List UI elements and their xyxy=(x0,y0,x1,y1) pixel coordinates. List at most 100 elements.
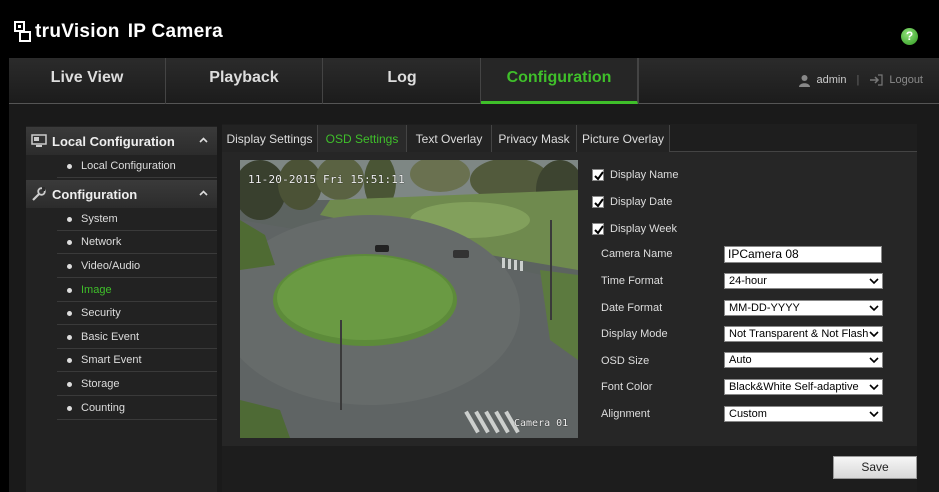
date-format-select[interactable]: MM-DD-YYYY xyxy=(724,300,883,316)
content-tab-bar: Display Settings OSD Settings Text Overl… xyxy=(222,124,917,152)
sidebar-item-local-configuration[interactable]: Local Configuration xyxy=(57,155,217,178)
logout-icon[interactable] xyxy=(869,74,883,86)
sidebar-item-counting[interactable]: Counting xyxy=(57,397,217,420)
sidebar-item-storage[interactable]: Storage xyxy=(57,373,217,396)
display-mode-select[interactable]: Not Transparent & Not Flashing xyxy=(724,326,883,342)
display-mode-value: Not Transparent & Not Flashing xyxy=(729,328,869,340)
display-date-row: Display Date xyxy=(592,194,672,210)
display-week-checkbox[interactable] xyxy=(592,223,604,235)
alignment-label: Alignment xyxy=(601,408,650,420)
bullet-icon xyxy=(67,216,72,222)
wrench-icon xyxy=(32,187,46,201)
bullet-icon xyxy=(67,287,72,293)
sidebar-item-network[interactable]: Network xyxy=(57,231,217,254)
display-week-row: Display Week xyxy=(592,221,677,237)
alignment-select[interactable]: Custom xyxy=(724,406,883,422)
checkmark-icon xyxy=(594,171,604,181)
tab-text-overlay[interactable]: Text Overlay xyxy=(407,125,492,152)
tab-privacy-mask[interactable]: Privacy Mask xyxy=(492,125,577,152)
font-color-select[interactable]: Black&White Self-adaptive xyxy=(724,379,883,395)
chevron-down-icon xyxy=(869,384,879,391)
date-format-label: Date Format xyxy=(601,302,663,314)
camera-name-label: Camera Name xyxy=(601,248,673,260)
sidebar-item-label: Local Configuration xyxy=(81,160,176,172)
bullet-icon xyxy=(67,405,72,411)
tab-osd-settings[interactable]: OSD Settings xyxy=(318,125,407,152)
sidebar-item-video-audio[interactable]: Video/Audio xyxy=(57,255,217,278)
sidebar-item-smart-event[interactable]: Smart Event xyxy=(57,349,217,372)
display-week-label: Display Week xyxy=(610,223,678,235)
bullet-icon xyxy=(67,163,72,169)
sidebar-item-label: System xyxy=(81,213,118,225)
sidebar-item-label: Video/Audio xyxy=(81,260,141,272)
osd-size-select[interactable]: Auto xyxy=(724,352,883,368)
display-name-row: Display Name xyxy=(592,167,678,183)
sidebar-item-security[interactable]: Security xyxy=(57,302,217,325)
checkmark-icon xyxy=(594,198,604,208)
user-icon xyxy=(798,74,810,87)
tab-picture-overlay[interactable]: Picture Overlay xyxy=(577,125,670,152)
osd-size-label: OSD Size xyxy=(601,355,650,367)
chevron-down-icon xyxy=(869,357,879,364)
time-format-select[interactable]: 24-hour xyxy=(724,273,883,289)
video-preview[interactable] xyxy=(240,160,578,438)
sidebar-item-label: Security xyxy=(81,307,121,319)
truvision-logo-icon xyxy=(14,21,31,42)
sidebar-item-label: Smart Event xyxy=(81,354,142,366)
bullet-icon xyxy=(67,357,72,363)
sidebar-section-local-configuration[interactable]: Local Configuration xyxy=(26,127,217,155)
tab-display-settings[interactable]: Display Settings xyxy=(222,125,318,152)
user-box: admin | Logout xyxy=(798,70,923,90)
display-date-label: Display Date xyxy=(610,196,673,208)
chevron-down-icon xyxy=(869,278,879,285)
camera-name-input[interactable]: IPCamera 08 xyxy=(724,246,882,263)
time-format-label: Time Format xyxy=(601,275,663,287)
date-format-value: MM-DD-YYYY xyxy=(729,302,800,314)
sidebar-item-image[interactable]: Image xyxy=(57,279,217,302)
bullet-icon xyxy=(67,334,72,340)
top-navigation: Live View Playback Log Configuration adm… xyxy=(9,58,939,104)
sidebar-item-label: Image xyxy=(81,284,112,296)
checkmark-icon xyxy=(594,225,604,235)
nav-divider xyxy=(638,58,639,104)
username: admin xyxy=(816,74,847,86)
chevron-up-icon[interactable] xyxy=(199,136,208,145)
osd-camera-name-overlay[interactable]: Camera 01 xyxy=(514,418,568,429)
font-color-value: Black&White Self-adaptive xyxy=(729,381,859,393)
save-button[interactable]: Save xyxy=(833,456,917,479)
chevron-down-icon xyxy=(869,411,879,418)
product-name: IP Camera xyxy=(127,21,224,42)
help-icon[interactable]: ? xyxy=(901,28,918,45)
nav-tab-configuration[interactable]: Configuration xyxy=(481,58,638,104)
chevron-up-icon[interactable] xyxy=(199,189,208,198)
display-name-checkbox[interactable] xyxy=(592,169,604,181)
alignment-value: Custom xyxy=(729,408,767,420)
bullet-icon xyxy=(67,381,72,387)
display-date-checkbox[interactable] xyxy=(592,196,604,208)
sidebar-section-configuration[interactable]: Configuration xyxy=(26,180,217,208)
brand-logo: truVision IP Camera xyxy=(14,18,223,46)
nav-tab-playback[interactable]: Playback xyxy=(166,58,323,104)
sidebar-item-label: Storage xyxy=(81,378,120,390)
monitor-icon xyxy=(31,134,47,147)
user-separator: | xyxy=(856,74,860,86)
display-mode-label: Display Mode xyxy=(601,328,668,340)
brand-name: truVision xyxy=(35,21,120,42)
nav-tab-live-view[interactable]: Live View xyxy=(9,58,166,104)
panel-footer xyxy=(222,446,917,492)
nav-tab-log[interactable]: Log xyxy=(324,58,481,104)
sidebar-section-title: Configuration xyxy=(52,186,138,202)
sidebar-item-system[interactable]: System xyxy=(57,208,217,231)
bullet-icon xyxy=(67,239,72,245)
chevron-down-icon xyxy=(869,305,879,312)
chevron-down-icon xyxy=(869,331,879,338)
sidebar-item-label: Counting xyxy=(81,402,126,414)
display-name-label: Display Name xyxy=(610,169,679,181)
bullet-icon xyxy=(67,310,72,316)
camera-scene xyxy=(240,160,578,438)
logout-link[interactable]: Logout xyxy=(889,74,923,86)
sidebar-item-basic-event[interactable]: Basic Event xyxy=(57,326,217,349)
font-color-label: Font Color xyxy=(601,381,653,393)
osd-datetime-overlay[interactable]: 11-20-2015 Fri 15:51:11 xyxy=(248,173,405,186)
time-format-value: 24-hour xyxy=(729,275,767,287)
